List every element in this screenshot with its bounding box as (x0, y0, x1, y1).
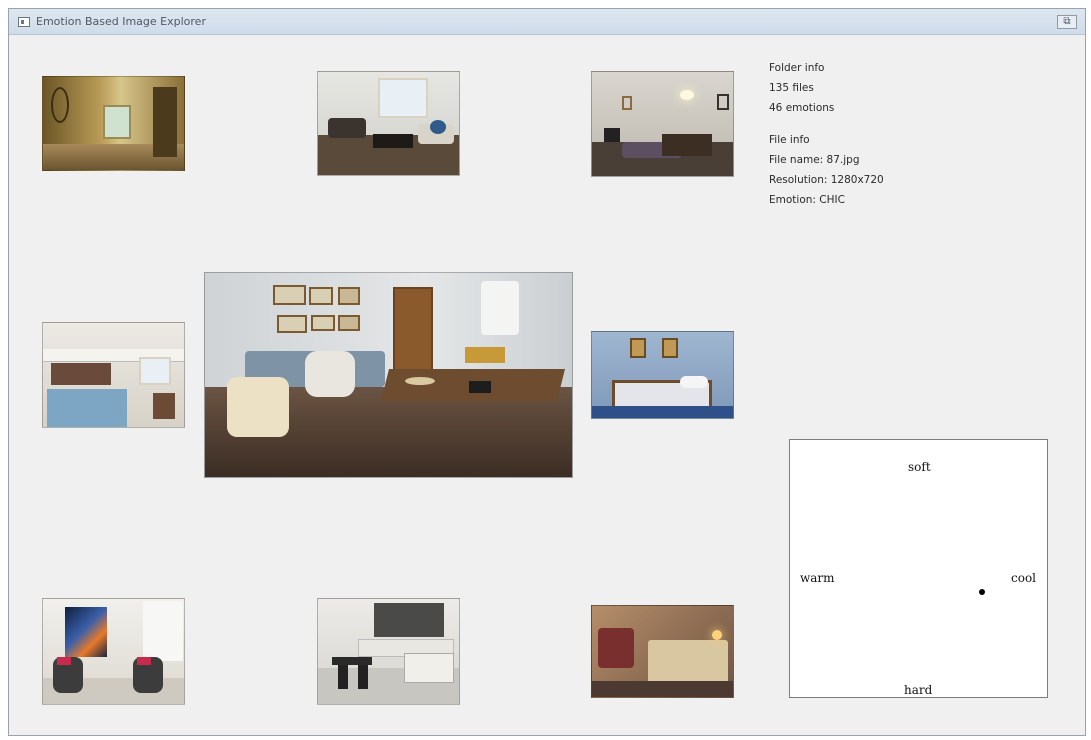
thumb-top-center[interactable] (317, 71, 460, 176)
thumb-middle-right[interactable] (591, 331, 734, 419)
folder-info-heading: Folder info (769, 62, 825, 74)
thumb-bottom-left[interactable] (42, 598, 185, 705)
file-emotion: Emotion: CHIC (769, 194, 845, 206)
thumb-middle-left[interactable] (42, 322, 185, 428)
axis-label-warm: warm (800, 571, 835, 585)
title-bar[interactable]: Emotion Based Image Explorer ⧉ (9, 9, 1085, 35)
thumb-top-left[interactable] (42, 76, 185, 171)
info-panel: Folder info 135 files 46 emotions File i… (769, 58, 884, 210)
axis-label-hard: hard (904, 683, 933, 697)
thumb-bottom-center[interactable] (317, 598, 460, 705)
axis-label-soft: soft (908, 460, 931, 474)
restore-button[interactable]: ⧉ (1057, 15, 1077, 29)
emotion-map[interactable]: soft warm cool hard (789, 439, 1048, 698)
thumb-top-right[interactable] (591, 71, 734, 177)
window-title: Emotion Based Image Explorer (36, 15, 206, 28)
file-name: File name: 87.jpg (769, 154, 860, 166)
axis-label-cool: cool (1011, 571, 1037, 585)
emotion-marker[interactable] (978, 589, 985, 596)
file-info-heading: File info (769, 134, 810, 146)
main-image[interactable] (204, 272, 573, 478)
app-window-icon (18, 17, 30, 27)
folder-emotion-count: 46 emotions (769, 102, 835, 114)
file-resolution: Resolution: 1280x720 (769, 174, 884, 186)
thumb-bottom-right[interactable] (591, 605, 734, 698)
folder-file-count: 135 files (769, 82, 814, 94)
